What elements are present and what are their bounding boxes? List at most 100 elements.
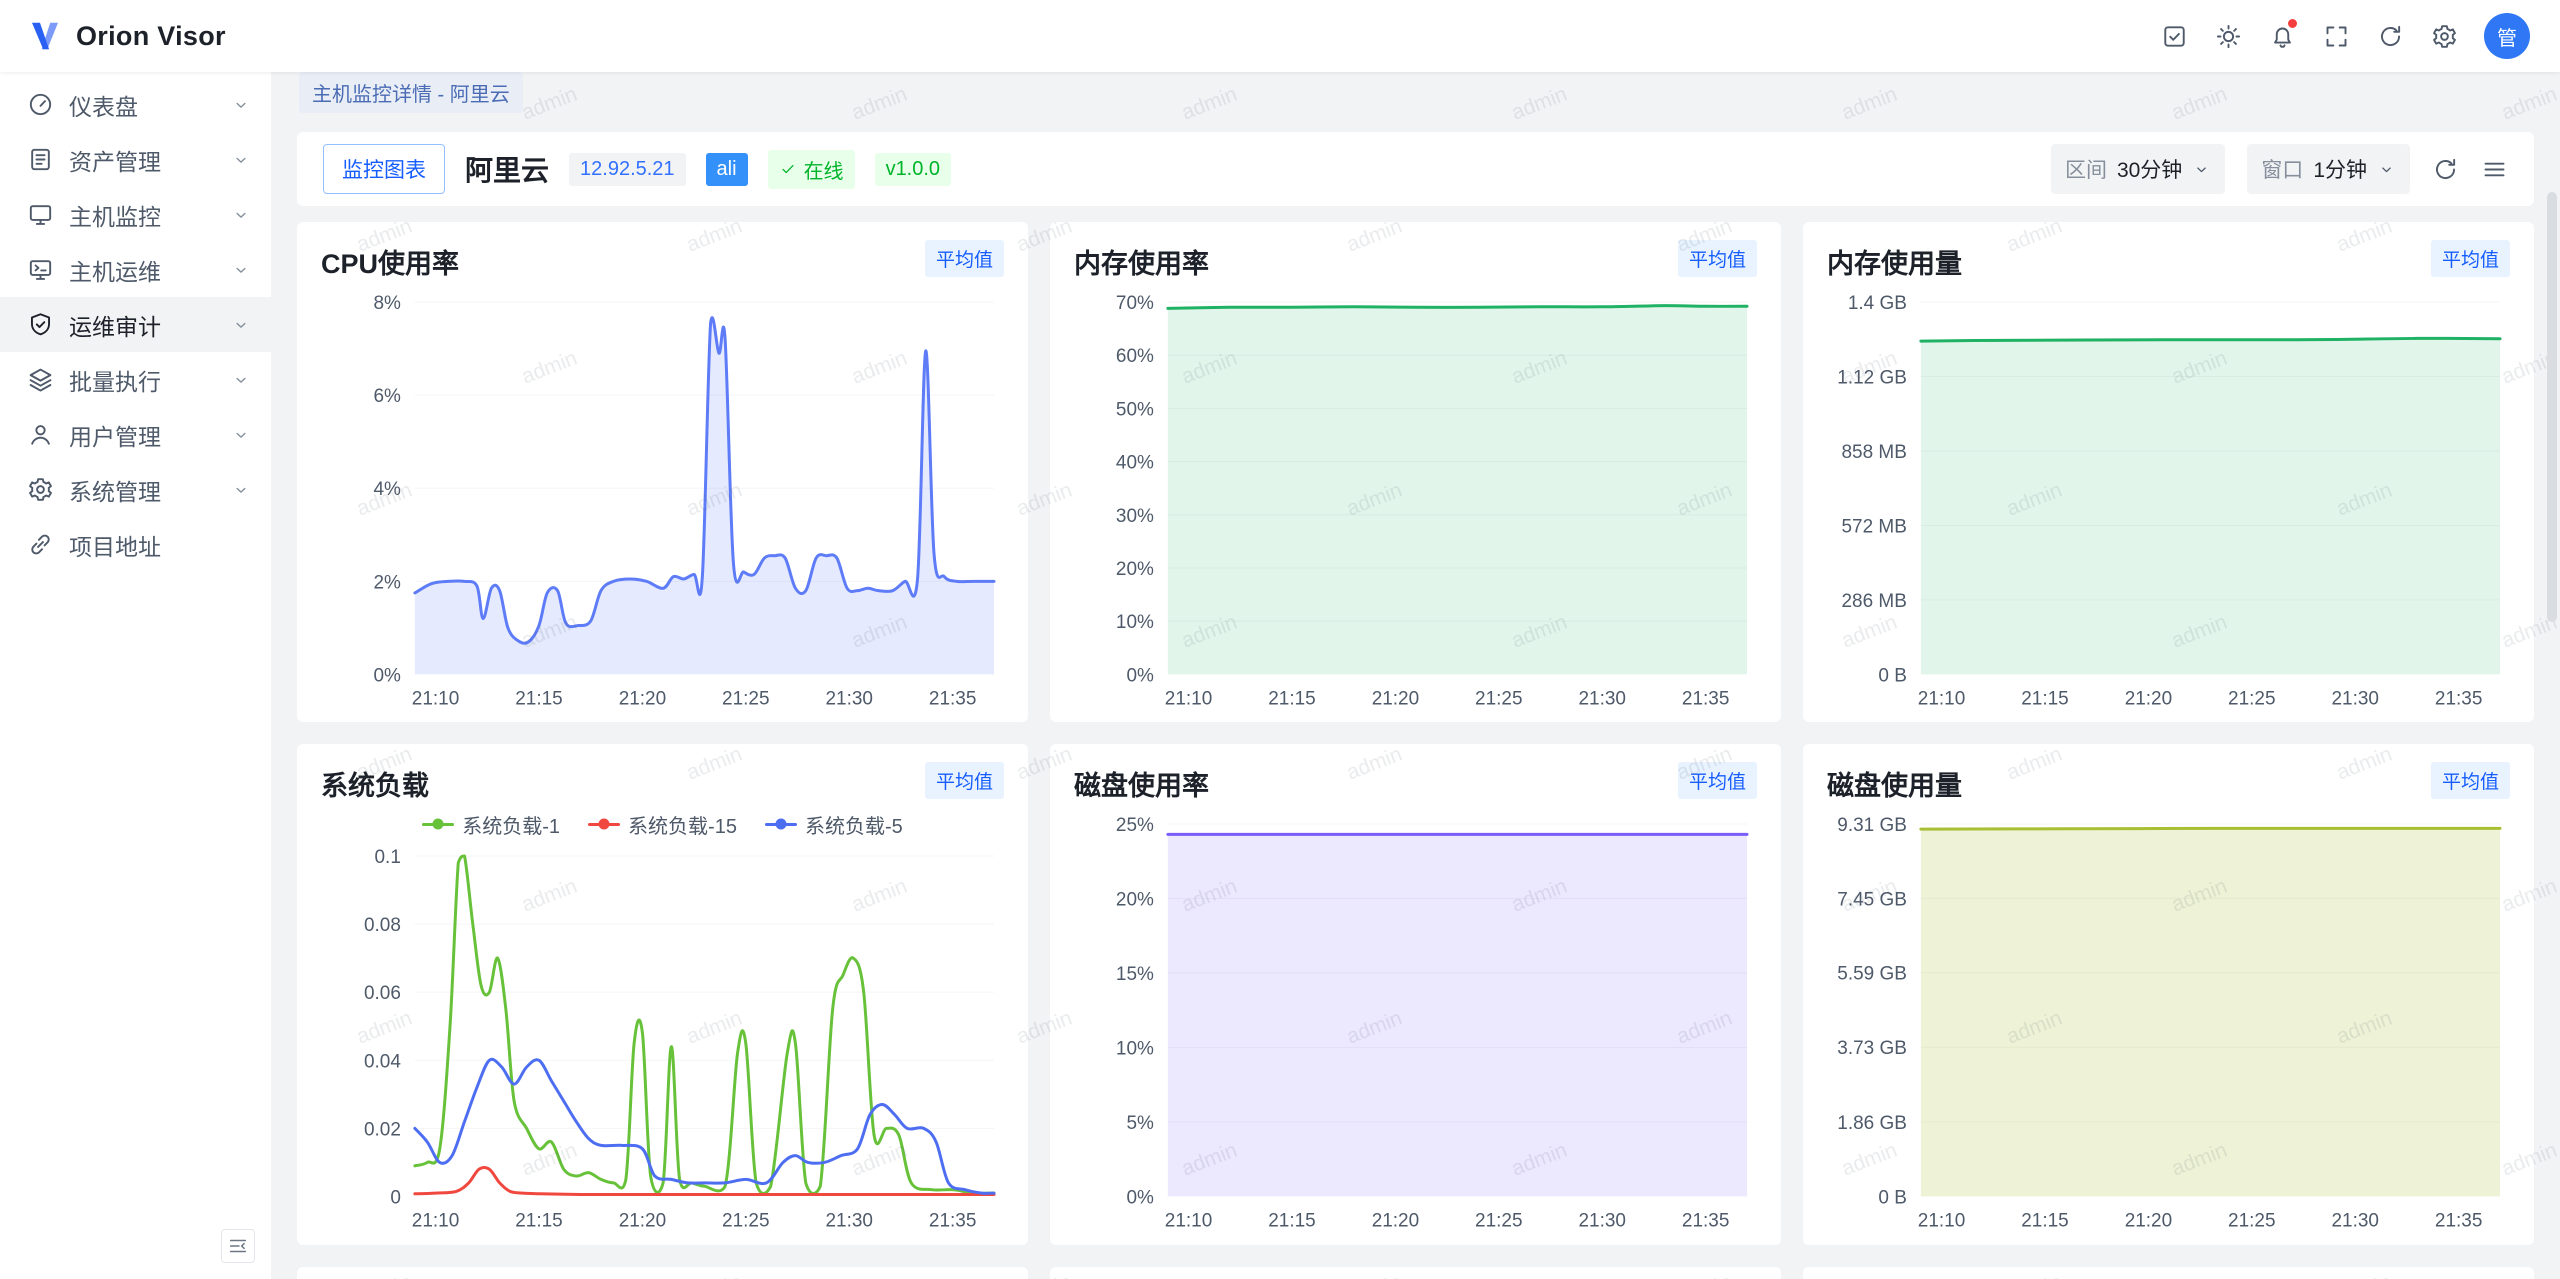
svg-text:21:10: 21:10 [1918,688,1965,709]
sidebar-menu: 仪表盘资产管理主机监控主机运维运维审计批量执行用户管理系统管理项目地址 [0,77,271,572]
refresh-icon [2377,23,2404,50]
sidebar-item-9[interactable]: 项目地址 [0,517,271,572]
chart-body: 0 B286 MB572 MB858 MB1.12 GB1.4 GB21:102… [1827,286,2510,710]
average-badge[interactable]: 平均值 [1678,762,1757,799]
chart-legend: 系统负载-1 系统负载-15 系统负载-5 [321,808,1004,840]
chart-body: 0 B1.86 GB3.73 GB5.59 GB7.45 GB9.31 GB21… [1827,808,2510,1232]
sidebar-item-label: 仪表盘 [69,88,216,122]
svg-text:50%: 50% [1116,399,1154,420]
svg-text:21:15: 21:15 [515,1211,562,1232]
monitor-chart-button[interactable]: 监控图表 [323,144,445,194]
breadcrumb-row: 主机监控详情 - 阿里云 [271,72,2560,112]
host-name: 阿里云 [465,149,549,189]
sidebar-item-label: 系统管理 [69,473,216,507]
host-code-tag: ali [706,153,748,186]
charts-grid: CPU使用率平均值0%2%4%6%8%21:1021:1521:2021:252… [297,222,2534,1245]
svg-text:21:30: 21:30 [1578,1211,1625,1232]
chart-canvas: 0%10%20%30%40%50%60%70%21:1021:1521:2021… [1074,286,1757,710]
svg-text:21:15: 21:15 [515,688,562,709]
avatar-text: 管 [2497,22,2517,51]
average-badge[interactable]: 平均值 [1678,240,1757,277]
breadcrumb[interactable]: 主机监控详情 - 阿里云 [299,72,523,113]
svg-text:21:25: 21:25 [2228,688,2275,709]
legend-marker [765,818,797,830]
chart-head: 磁盘使用量 平均值 [1827,762,2510,808]
sidebar-item-5[interactable]: 运维审计 [0,297,271,352]
sidebar-item-1[interactable]: 仪表盘 [0,77,271,132]
legend-item[interactable]: 系统负载-15 [588,810,737,839]
svg-text:5%: 5% [1126,1113,1154,1134]
check-square-icon [2161,23,2188,50]
chart-title: 磁盘使用量 [1827,762,1962,803]
svg-text:21:10: 21:10 [1165,1211,1212,1232]
gauge-icon [27,91,54,118]
legend-label: 系统负载-15 [628,810,737,839]
refresh-charts-icon[interactable] [2432,156,2459,183]
chart-card-6: 磁盘使用量平均值0 B1.86 GB3.73 GB5.59 GB7.45 GB9… [1803,744,2534,1244]
sidebar-item-6[interactable]: 批量执行 [0,352,271,407]
svg-text:21:20: 21:20 [2125,1211,2172,1232]
chart-title: 系统负载 [321,762,429,803]
window-select[interactable]: 窗口 1分钟 [2247,144,2410,194]
app-logo-icon [26,17,64,55]
sidebar-item-3[interactable]: 主机监控 [0,187,271,242]
svg-text:0 B: 0 B [1878,665,1906,686]
host-info: 监控图表 阿里云 12.92.5.21 ali 在线 v1.0.0 [323,144,2051,194]
gear-button[interactable] [2422,14,2466,58]
interval-label: 区间 [2065,154,2107,184]
user-icon [27,421,54,448]
sidebar-item-4[interactable]: 主机运维 [0,242,271,297]
svg-text:3.73 GB: 3.73 GB [1837,1039,1907,1060]
scrollbar-thumb[interactable] [2547,192,2557,622]
average-badge[interactable]: 平均值 [2431,240,2510,277]
gear-icon [2431,23,2458,50]
average-badge[interactable]: 平均值 [2431,762,2510,799]
interval-select[interactable]: 区间 30分钟 [2051,144,2225,194]
sidebar-item-2[interactable]: 资产管理 [0,132,271,187]
bell-button[interactable] [2260,14,2304,58]
sidebar-item-7[interactable]: 用户管理 [0,407,271,462]
svg-text:0%: 0% [373,665,401,686]
host-version-tag: v1.0.0 [875,153,951,186]
svg-text:21:20: 21:20 [2125,688,2172,709]
sidebar-item-8[interactable]: 系统管理 [0,462,271,517]
svg-text:21:35: 21:35 [1682,1211,1729,1232]
svg-text:286 MB: 286 MB [1842,591,1907,612]
sidebar-item-label: 资产管理 [69,143,216,177]
sun-button[interactable] [2206,14,2250,58]
svg-text:30%: 30% [1116,506,1154,527]
fullscreen-button[interactable] [2314,14,2358,58]
legend-item[interactable]: 系统负载-5 [765,810,903,839]
host-ip-tag[interactable]: 12.92.5.21 [569,153,686,186]
svg-text:1.4 GB: 1.4 GB [1848,293,1907,314]
chart-body: 00.020.040.060.080.121:1021:1521:2021:25… [321,840,1004,1232]
average-badge[interactable]: 平均值 [925,762,1004,799]
chart-title: 内存使用率 [1074,240,1209,281]
collapse-sidebar-button[interactable] [221,1229,255,1263]
chevron-down-icon [231,205,251,225]
user-avatar[interactable]: 管 [2484,13,2530,59]
chart-title: 内存使用量 [1827,240,1962,281]
chart-card-3: 内存使用量平均值0 B286 MB572 MB858 MB1.12 GB1.4 … [1803,222,2534,722]
refresh-button[interactable] [2368,14,2412,58]
legend-label: 系统负载-5 [805,810,903,839]
chart-body: 0%5%10%15%20%25%21:1021:1521:2021:2521:3… [1074,808,1757,1232]
svg-text:21:25: 21:25 [722,1211,769,1232]
chart-layout-icon[interactable] [2481,156,2508,183]
svg-text:6%: 6% [373,386,401,407]
app-logo[interactable]: Orion Visor [26,17,226,55]
svg-text:21:10: 21:10 [412,1211,459,1232]
svg-text:21:30: 21:30 [1578,688,1625,709]
check-square-button[interactable] [2152,14,2196,58]
window-value: 1分钟 [2313,154,2367,184]
legend-item[interactable]: 系统负载-1 [422,810,560,839]
svg-text:10%: 10% [1116,1039,1154,1060]
fullscreen-icon [2323,23,2350,50]
chart-card-1: CPU使用率平均值0%2%4%6%8%21:1021:1521:2021:252… [297,222,1028,722]
svg-text:5.59 GB: 5.59 GB [1837,964,1907,985]
svg-text:21:35: 21:35 [2435,1211,2482,1232]
chart-title: CPU使用率 [321,240,459,281]
svg-text:572 MB: 572 MB [1842,516,1907,537]
average-badge[interactable]: 平均值 [925,240,1004,277]
host-header-card: 监控图表 阿里云 12.92.5.21 ali 在线 v1.0.0 区间 30分… [297,132,2534,206]
